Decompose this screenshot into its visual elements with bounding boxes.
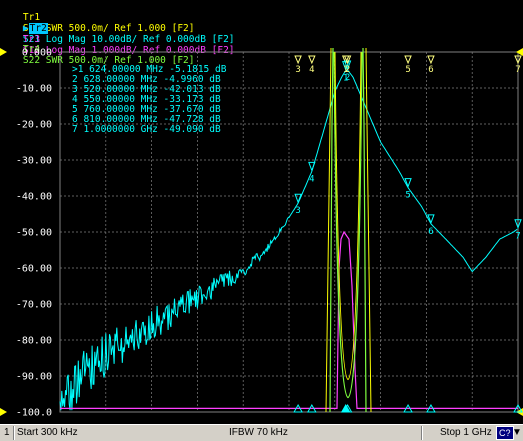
reference-right-icon: [516, 48, 523, 56]
marker-6-icon: [427, 214, 435, 225]
marker-4-top-label: 4: [309, 65, 314, 75]
trace-row-1[interactable]: Tr1 S11 SWR 500.0m/ Ref 1.000 [F2]: [0, 1, 195, 34]
y-tick-label: 0.000: [22, 48, 52, 59]
marker-5-label: 5: [405, 191, 410, 201]
y-tick-label: -100.0: [16, 408, 52, 419]
marker-row-7: 7 1.0000000 GHz -49.090 dB: [72, 124, 221, 135]
marker-6-label: 6: [428, 227, 433, 237]
y-tick-label: -50.00: [16, 228, 52, 239]
marker-7-label: 7: [515, 232, 520, 242]
marker-4-top-icon: [308, 55, 316, 65]
marker-2-top-label: 2: [345, 65, 350, 75]
reference-left-icon: [0, 48, 7, 56]
marker-5-top-label: 5: [405, 65, 410, 75]
ifbw[interactable]: IFBW 70 kHz: [229, 427, 288, 439]
marker-4-label: 4: [309, 174, 314, 184]
status-bar: 1 Start 300 kHz IFBW 70 kHz Stop 1 GHz C…: [0, 424, 523, 441]
marker-5-top-icon: [404, 55, 412, 65]
y-tick-label: -30.00: [16, 156, 52, 167]
marker-3-top-label: 3: [295, 65, 300, 75]
y-tick-label: -80.00: [16, 336, 52, 347]
marker-3-label: 3: [295, 206, 300, 216]
y-tick-label: -70.00: [16, 300, 52, 311]
scale-left-icon: [0, 408, 7, 416]
y-tick-label: -10.00: [16, 84, 52, 95]
y-tick-label: -20.00: [16, 120, 52, 131]
marker-table: >1 624.00000 MHz -5.1815 dB 2 628.00000 …: [72, 64, 227, 135]
trace-row-4[interactable]: Tr4 S22 SWR 500.0m/ Ref 1.000 [F2]: [0, 33, 195, 66]
stop-frequency[interactable]: Stop 1 GHz: [440, 427, 492, 439]
trace-header: Tr1 S11 SWR 500.0m/ Ref 1.000 [F2] ▶Tr2 …: [0, 0, 523, 66]
marker-7-top-label: 7: [515, 65, 520, 75]
marker-6-top-icon: [427, 55, 435, 65]
marker-6-top-label: 6: [428, 65, 433, 75]
s22-trace-right: [362, 47, 367, 413]
channel-index: 1: [4, 427, 10, 438]
trace-row-2[interactable]: ▶Tr2 S21 Log Mag 10.00dB/ Ref 0.000dB [F…: [0, 12, 235, 45]
s11-trace-right: [365, 47, 372, 413]
marker-3-top-icon: [294, 55, 302, 65]
measurement-plot[interactable]: 0.000 -10.00 -20.00 -30.00 -40.00 -50.00 -60.0…: [0, 44, 523, 424]
y-tick-label: -60.00: [16, 264, 52, 275]
start-frequency[interactable]: Start 300 kHz: [17, 427, 78, 439]
y-tick-label: -90.00: [16, 372, 52, 383]
status-dropdown-icon[interactable]: ▼: [512, 427, 522, 439]
marker-4-icon: [308, 161, 316, 172]
marker-5-icon: [404, 178, 412, 189]
correction-status-button[interactable]: C?: [496, 426, 514, 440]
y-tick-label: -40.00: [16, 192, 52, 203]
s11-trace-passband: [334, 51, 362, 381]
